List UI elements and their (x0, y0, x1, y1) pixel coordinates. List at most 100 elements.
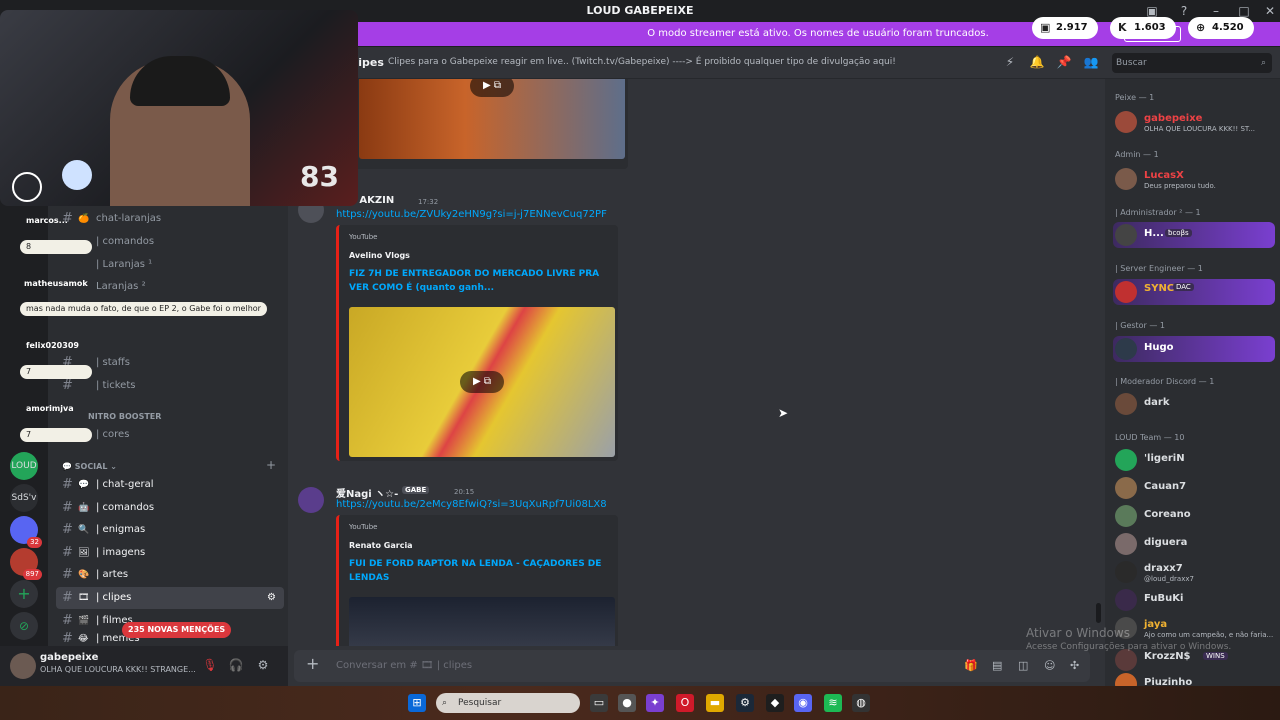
gift-icon[interactable]: 🎁 (964, 659, 978, 672)
member-item[interactable]: FuBuKi (1113, 587, 1275, 613)
steam-icon[interactable]: ⚙ (736, 694, 754, 712)
play-icon[interactable]: ▶ ⧉ (470, 79, 514, 97)
emoji-icon[interactable]: ☺ (1044, 659, 1055, 672)
server-icon-red[interactable]: 897 (10, 548, 42, 580)
close-button[interactable]: ✕ (1262, 3, 1278, 19)
headphones-icon[interactable]: 🎧 (228, 658, 244, 674)
opera-icon[interactable]: O (676, 694, 694, 712)
youtube-embed: YouTube Renato Garcia FUI DE FORD RAPTOR… (336, 515, 618, 646)
bell-icon[interactable]: 🔔 (1029, 55, 1045, 71)
message-author[interactable]: 爱Nagi ヽ☆- (336, 485, 398, 500)
member-item[interactable]: 'ligeriN (1113, 447, 1275, 473)
channel-laranjas-1[interactable]: | Laranjas ¹ (56, 254, 284, 276)
video-thumbnail[interactable]: ▶ ⧉ (359, 79, 625, 159)
activate-windows-message: Acesse Configurações para ativar o Windo… (1026, 642, 1232, 652)
scrollbar[interactable] (1096, 603, 1101, 623)
task-view-icon[interactable]: ▭ (590, 694, 608, 712)
channel-laranjas-2[interactable]: Laranjas ² (56, 276, 284, 298)
avatar (1115, 111, 1137, 133)
channel-enigmas[interactable]: # 🔍 | enigmas (56, 519, 284, 541)
member-item[interactable]: Hugo (1113, 336, 1275, 362)
taskbar-search[interactable]: ⌕ Pesquisar (436, 693, 580, 713)
avatar (1115, 505, 1137, 527)
hash-icon: # (62, 545, 73, 560)
embed-title[interactable]: FUI DE FORD RAPTOR NA LENDA - CAÇADORES … (349, 557, 615, 585)
app-icon[interactable]: ● (618, 694, 636, 712)
gif-icon[interactable]: ▤ (992, 659, 1002, 672)
pin-icon[interactable]: 📌 (1056, 55, 1072, 71)
overlay-chat-name: amorimjva (26, 404, 74, 413)
overlay-chat-message: 8 (20, 240, 92, 254)
category-nitro-booster[interactable]: NITRO BOOSTER (88, 412, 161, 421)
embed-title[interactable]: FIZ 7H DE ENTREGADOR DO MERCADO LIVRE PR… (349, 267, 615, 295)
embed-author[interactable]: Renato Garcia (349, 541, 413, 550)
server-sdsv[interactable]: SdS'v (10, 484, 38, 512)
members-icon[interactable]: 👥 (1083, 55, 1099, 71)
avatar (1115, 649, 1137, 671)
avatar (1115, 338, 1137, 360)
channel-comandos[interactable]: # 🤖 | comandos (56, 497, 284, 519)
app-icon[interactable]: ◆ (766, 694, 784, 712)
member-item[interactable]: Coreano (1113, 503, 1275, 529)
settings-icon[interactable]: ⚙ (267, 587, 276, 609)
avatar[interactable] (298, 487, 324, 513)
channel-chat-geral[interactable]: # 💬 | chat-geral (56, 474, 284, 496)
role-tag: GABE (402, 486, 430, 494)
server-badge: 32 (27, 537, 42, 548)
member-item[interactable]: jaya Ajo como um campeão, e não faria... (1113, 615, 1275, 641)
overlay-chat-name: matheusamok (24, 279, 88, 288)
threads-icon[interactable]: ⚡ (1002, 55, 1018, 71)
channel-clipes[interactable]: # 🎞 | clipes ⚙ (56, 587, 284, 609)
sticker-icon[interactable]: ◫ (1018, 659, 1028, 672)
help-icon[interactable]: ? (1176, 3, 1192, 19)
message-list: ▶ ⧉ M AKZIN 17:32 https://youtu.be/ZVUky… (288, 79, 1105, 646)
spotify-icon[interactable]: ≋ (824, 694, 842, 712)
search-input[interactable]: Buscar ⌕ (1112, 53, 1272, 73)
discord-icon[interactable]: ◉ (794, 694, 812, 712)
explore-icon[interactable]: ⊘ (10, 612, 38, 640)
member-item[interactable]: diguera (1113, 531, 1275, 557)
add-channel-icon[interactable]: + (266, 458, 276, 472)
apps-icon[interactable]: ✣ (1070, 659, 1079, 672)
member-group-header: | Administrador ² — 1 (1115, 208, 1201, 217)
total-viewer-count: ⊕ 4.520 (1188, 17, 1254, 39)
copilot-icon[interactable]: ✦ (646, 694, 664, 712)
message-link[interactable]: https://youtu.be/ZVUky2eHN9g?si=j-j7ENNe… (336, 209, 607, 220)
message-link[interactable]: https://youtu.be/2eMcy8EfwiQ?si=3UqXuRpf… (336, 499, 607, 510)
play-icon[interactable]: ▶ ⧉ (460, 371, 504, 393)
server-loud[interactable]: LOUD (10, 452, 38, 480)
video-thumbnail[interactable] (349, 597, 615, 646)
attach-icon[interactable]: + (306, 654, 319, 673)
overlay-chat-name: felix020309 (26, 341, 79, 350)
avatar (1115, 589, 1137, 611)
user-settings-icon[interactable]: ⚙ (255, 658, 271, 674)
member-item[interactable]: gabepeixe OLHA QUE LOUCURA KKK!! ST... (1113, 109, 1275, 135)
member-item[interactable]: SYNC DAC (1113, 279, 1275, 305)
embed-author[interactable]: Avelino Vlogs (349, 251, 410, 260)
file-explorer-icon[interactable]: ▬ (706, 694, 724, 712)
member-item[interactable]: Piuzinho (1113, 671, 1275, 686)
member-item[interactable]: draxx7 @loud_draxx7 (1113, 559, 1275, 585)
hash-icon: # (62, 590, 73, 605)
channel-tickets[interactable]: # | tickets (56, 375, 284, 397)
server-icon-blue[interactable]: 32 (10, 516, 42, 548)
member-item[interactable]: Cauan7 (1113, 475, 1275, 501)
video-thumbnail[interactable]: ▶ ⧉ (349, 307, 615, 457)
mute-mic-icon[interactable]: 🎙 (202, 658, 218, 674)
channel-artes[interactable]: # 🎨 | artes (56, 564, 284, 586)
app-icon[interactable]: ◍ (852, 694, 870, 712)
member-item[interactable]: H... ƀcoβs (1113, 222, 1275, 248)
channel-chat-laranjas[interactable]: # 🍊 chat-laranjas (56, 208, 284, 230)
new-mentions-badge[interactable]: 235 NOVAS MENÇÕES (122, 622, 232, 638)
message-input[interactable]: + Conversar em # 🎞 | clipes 🎁 ▤ ◫ ☺ ✣ (294, 650, 1090, 682)
globe-icon: ⊕ (1196, 21, 1206, 34)
avatar[interactable] (10, 653, 36, 679)
twitch-viewer-count: ▣ 2.917 (1032, 17, 1098, 39)
channel-imagens[interactable]: # 🖼 | imagens (56, 542, 284, 564)
windows-start-icon[interactable]: ⊞ (408, 694, 426, 712)
member-item[interactable]: dark (1113, 391, 1275, 417)
category-social[interactable]: 💬 SOCIAL ⌄ (62, 462, 117, 471)
member-item[interactable]: LucasX Deus preparou tudo. (1113, 166, 1275, 192)
user-status: OLHA QUE LOUCURA KKK!! STRANGE... (40, 665, 196, 674)
add-server-button[interactable]: + (10, 580, 38, 608)
